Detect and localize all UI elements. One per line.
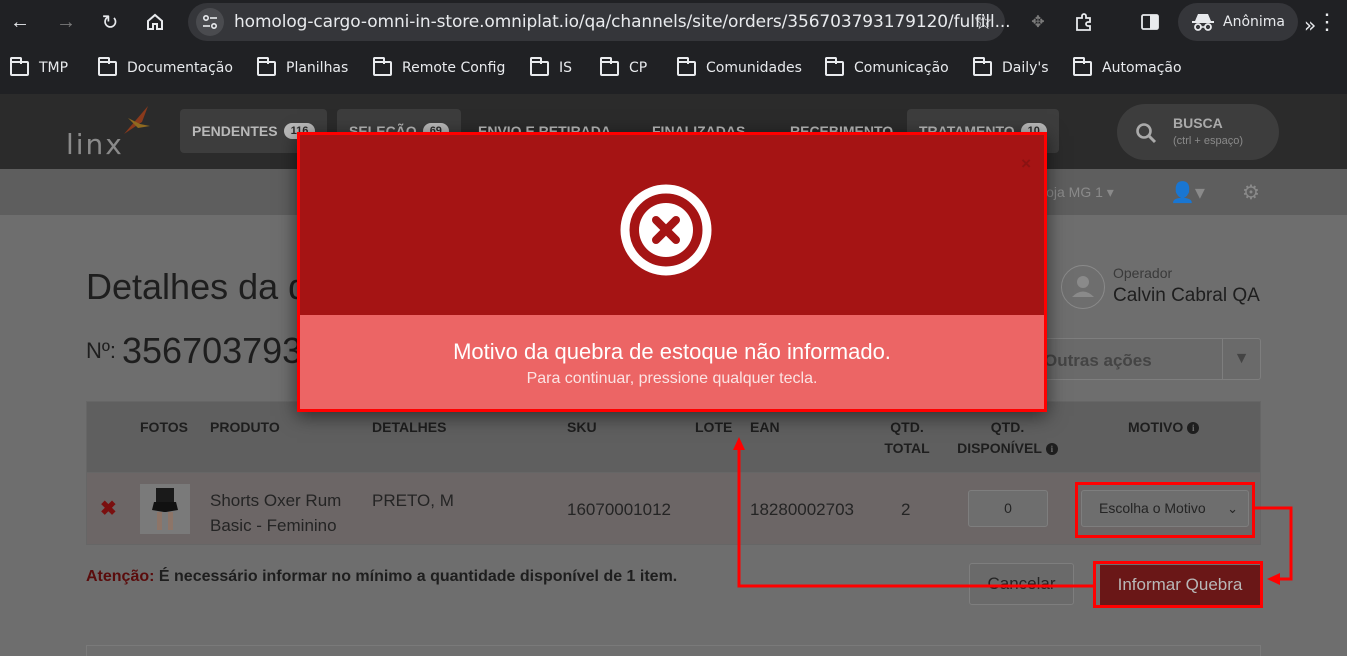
close-icon[interactable]: × [1021,154,1031,174]
modal-sub-message: Para continuar, pressione qualquer tecla… [526,370,818,387]
modal-message: Motivo da quebra de estoque não informad… [453,339,891,364]
error-modal: × Motivo da quebra de estoque não inform… [297,132,1047,412]
error-circle-x-icon [620,184,712,276]
